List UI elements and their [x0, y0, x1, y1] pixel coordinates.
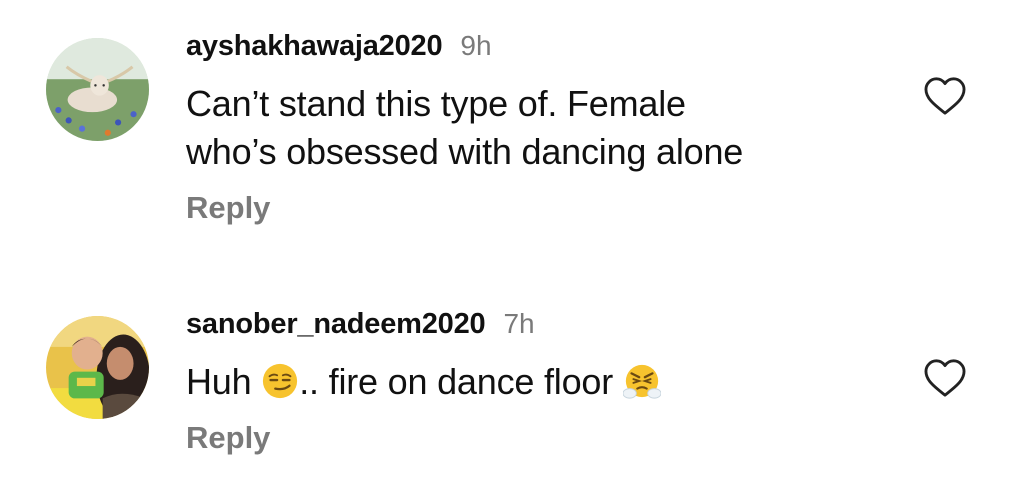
- comment-text-line: Can’t stand this type of. Female: [186, 83, 686, 124]
- comment-text-line: who’s obsessed with dancing alone: [186, 131, 744, 172]
- comment-timestamp: 9h: [460, 30, 492, 61]
- comments-list: ayshakhawaja2020 9h Can’t stand this typ…: [0, 0, 1024, 480]
- avatar[interactable]: [46, 38, 149, 141]
- heart-outline-icon: [924, 359, 966, 397]
- comment-body: sanober_nadeem2020 7h Huh .. fire on dan…: [186, 308, 906, 456]
- face-with-steam-from-nose-emoji-icon: [622, 362, 661, 400]
- comment-timestamp: 7h: [503, 308, 535, 339]
- like-button[interactable]: [922, 358, 968, 398]
- comment-text-part: .. fire on dance floor: [299, 361, 623, 402]
- comment-text: Huh .. fire on dance floor: [186, 358, 906, 406]
- username[interactable]: ayshakhawaja2020: [186, 30, 443, 63]
- smirking-face-emoji-icon: [261, 362, 299, 400]
- comment-meta: ayshakhawaja2020 9h: [186, 30, 906, 70]
- comment-text: Can’t stand this type of. Female who’s o…: [186, 80, 906, 176]
- username[interactable]: sanober_nadeem2020: [186, 308, 486, 341]
- avatar[interactable]: [46, 316, 149, 419]
- heart-outline-icon: [924, 77, 966, 115]
- longhorn-avatar-image: [46, 38, 149, 141]
- comment-meta: sanober_nadeem2020 7h: [186, 308, 906, 348]
- reply-button[interactable]: Reply: [186, 190, 270, 226]
- like-button[interactable]: [922, 76, 968, 116]
- woman-child-avatar-image: [46, 316, 149, 419]
- comment-text-part: Huh: [186, 361, 262, 402]
- comment-body: ayshakhawaja2020 9h Can’t stand this typ…: [186, 30, 906, 226]
- reply-button[interactable]: Reply: [186, 420, 270, 456]
